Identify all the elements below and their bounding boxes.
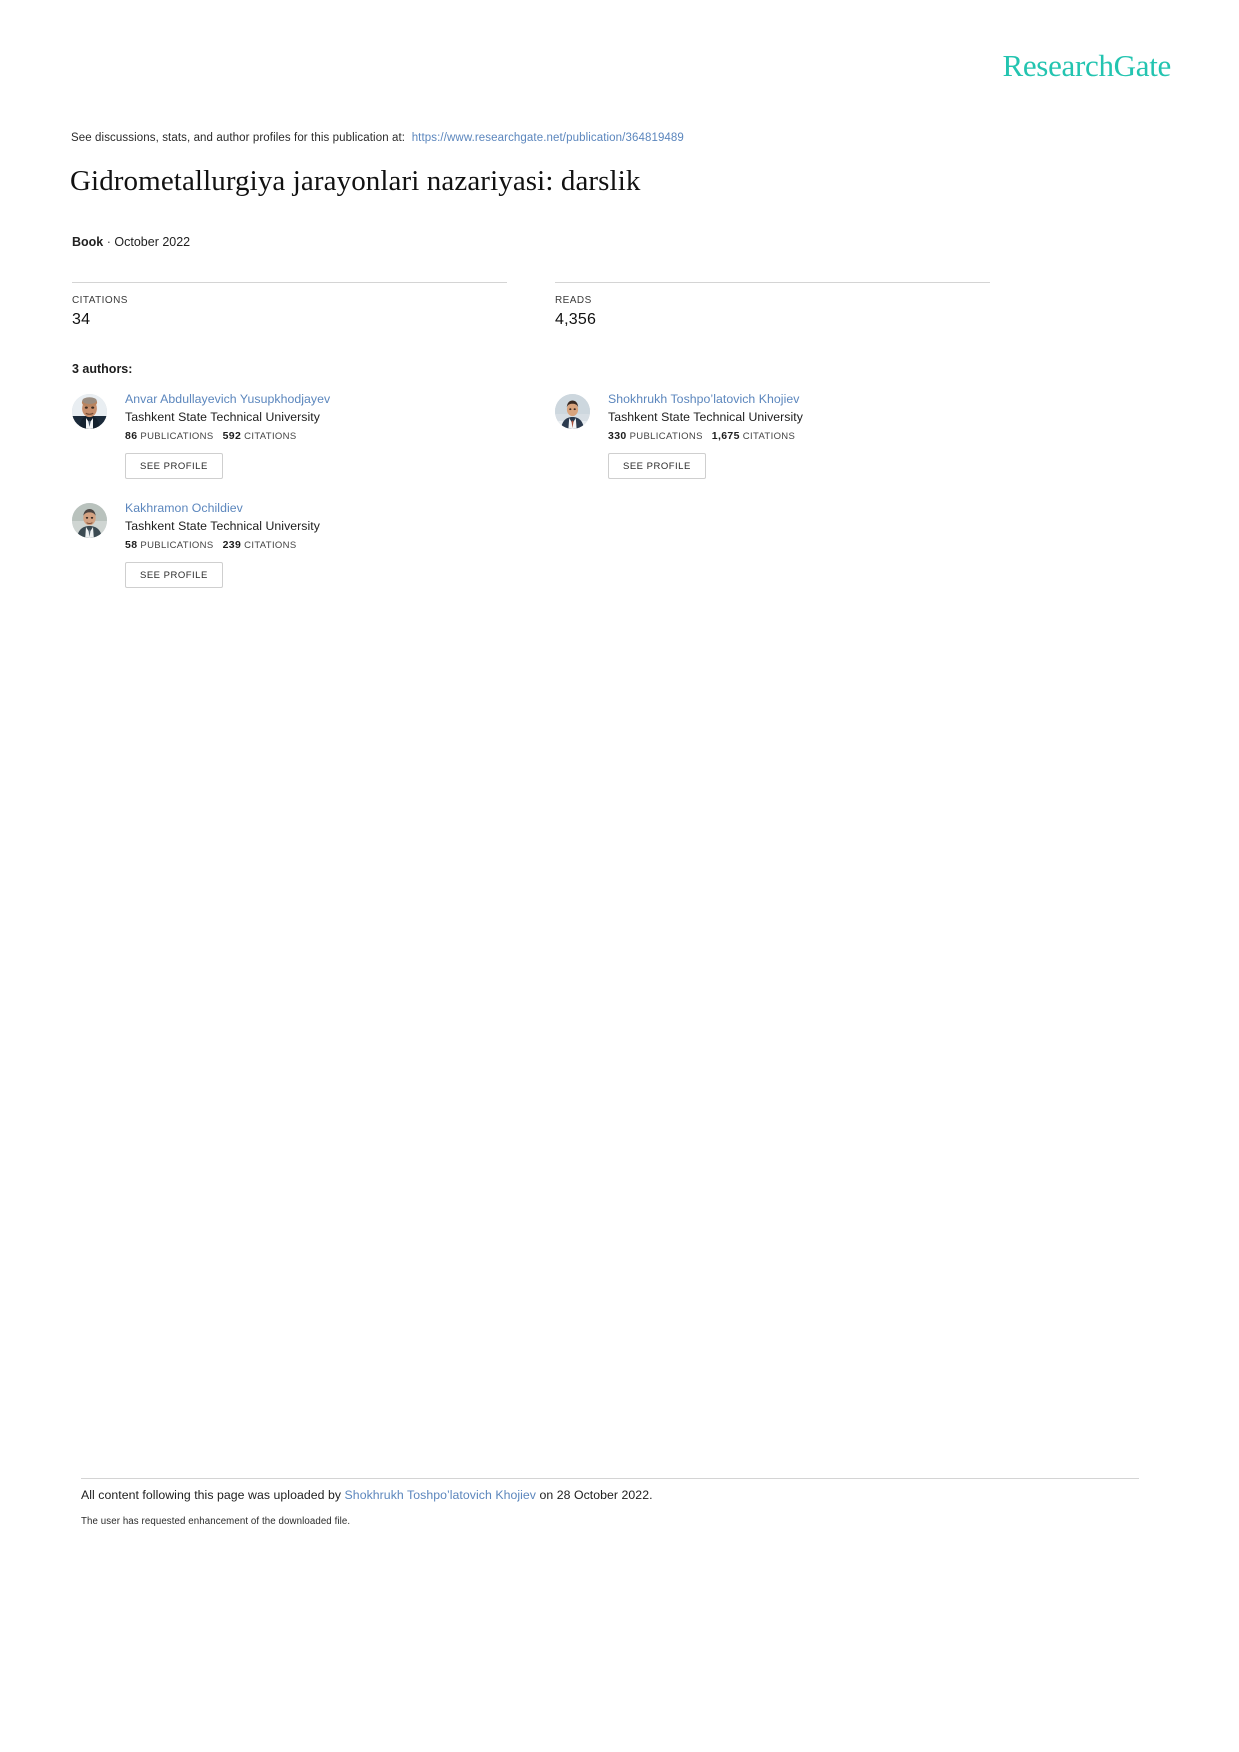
author-stats: 86 PUBLICATIONS 592 CITATIONS <box>125 430 550 442</box>
metric-label: CITATIONS <box>72 295 128 306</box>
see-profile-button[interactable]: SEE PROFILE <box>125 453 223 479</box>
authors-grid: Anvar Abdullayevich Yusupkhodjayev Tashk… <box>72 392 1168 610</box>
footer: All content following this page was uplo… <box>81 1488 1141 1527</box>
metric-reads: READS 4,356 <box>555 282 990 329</box>
author-name-link[interactable]: Shokhrukh Toshpo’latovich Khojiev <box>608 392 1033 406</box>
author-stats: 58 PUBLICATIONS 239 CITATIONS <box>125 539 550 551</box>
avatar <box>72 503 107 538</box>
citations-label: CITATIONS <box>742 431 796 442</box>
author-card: Shokhrukh Toshpo’latovich Khojiev Tashke… <box>555 392 1033 479</box>
publication-url-link[interactable]: https://www.researchgate.net/publication… <box>412 132 684 144</box>
footer-divider <box>81 1478 1139 1479</box>
publication-meta: Book · October 2022 <box>72 235 190 249</box>
authors-count-label: 3 authors: <box>72 362 133 376</box>
metric-value: 4,356 <box>555 311 597 328</box>
author-affiliation: Tashkent State Technical University <box>125 410 320 424</box>
discussion-stats-line: See discussions, stats, and author profi… <box>71 132 684 144</box>
author-row: Kakhramon Ochildiev Tashkent State Techn… <box>72 501 1168 610</box>
publications-label: PUBLICATIONS <box>140 431 214 442</box>
researchgate-wordmark: ResearchGate <box>1002 48 1171 83</box>
see-profile-button[interactable]: SEE PROFILE <box>608 453 706 479</box>
citations-count: 1,675 <box>711 430 740 442</box>
avatar <box>555 394 590 429</box>
citations-label: CITATIONS <box>244 431 297 442</box>
author-stats: 330 PUBLICATIONS 1,675 CITATIONS <box>608 430 1033 442</box>
citations-count: 239 <box>222 539 242 551</box>
metrics-row: CITATIONS 34 READS 4,356 <box>72 282 1168 329</box>
publications-count: 86 <box>125 430 138 442</box>
author-affiliation: Tashkent State Technical University <box>608 410 803 424</box>
page-title: Gidrometallurgiya jarayonlari nazariyasi… <box>70 165 641 197</box>
author-card: Kakhramon Ochildiev Tashkent State Techn… <box>72 501 550 588</box>
author-card: Anvar Abdullayevich Yusupkhodjayev Tashk… <box>72 392 550 479</box>
author-info: Shokhrukh Toshpo’latovich Khojiev Tashke… <box>608 392 1033 479</box>
author-name-link[interactable]: Kakhramon Ochildiev <box>125 501 550 515</box>
metric-citations: CITATIONS 34 <box>72 282 507 329</box>
metric-value: 34 <box>72 311 91 328</box>
publication-type: Book <box>72 235 104 249</box>
footer-suffix-text: on 28 October 2022. <box>539 1488 653 1502</box>
meta-separator: · <box>106 235 111 249</box>
publications-label: PUBLICATIONS <box>140 540 214 551</box>
metric-divider <box>72 282 507 283</box>
researchgate-logo[interactable]: ResearchGate <box>1002 48 1171 84</box>
publication-date: October 2022 <box>114 235 191 249</box>
author-affiliation: Tashkent State Technical University <box>125 519 320 533</box>
author-name-link[interactable]: Anvar Abdullayevich Yusupkhodjayev <box>125 392 550 406</box>
publications-count: 58 <box>125 539 138 551</box>
publication-page: ResearchGate See discussions, stats, and… <box>0 0 1239 1752</box>
avatar <box>72 394 107 429</box>
see-profile-button[interactable]: SEE PROFILE <box>125 562 223 588</box>
footer-prefix-text: All content following this page was uplo… <box>81 1488 342 1502</box>
publications-count: 330 <box>608 430 627 442</box>
author-info: Kakhramon Ochildiev Tashkent State Techn… <box>125 501 550 588</box>
discussion-prefix-text: See discussions, stats, and author profi… <box>71 132 406 144</box>
citations-count: 592 <box>222 430 242 442</box>
citations-label: CITATIONS <box>244 540 297 551</box>
author-row: Anvar Abdullayevich Yusupkhodjayev Tashk… <box>72 392 1168 501</box>
footer-upload-note: All content following this page was uplo… <box>81 1488 1141 1502</box>
metric-label: READS <box>555 295 592 306</box>
footer-uploader-link[interactable]: Shokhrukh Toshpo’latovich Khojiev <box>345 1488 536 1502</box>
author-info: Anvar Abdullayevich Yusupkhodjayev Tashk… <box>125 392 550 479</box>
footer-enhancement-note: The user has requested enhancement of th… <box>81 1516 351 1527</box>
metric-divider <box>555 282 990 283</box>
publications-label: PUBLICATIONS <box>629 431 703 442</box>
